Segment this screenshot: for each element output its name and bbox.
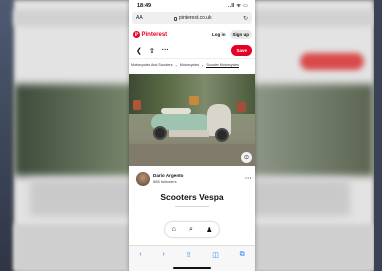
pin-subtitle-placeholder — [175, 206, 209, 208]
status-time: 18:49 — [137, 3, 152, 9]
browser-share-icon[interactable]: ⇧ — [186, 251, 192, 259]
photo-flowerpot — [189, 96, 199, 105]
pinterest-badge-icon: P — [133, 31, 140, 38]
creator-more-icon[interactable]: ··· — [245, 176, 252, 182]
profile-icon[interactable]: ♟ — [206, 226, 212, 234]
creator-text: Dario Argento 585 followers — [153, 173, 183, 184]
address-bar[interactable]: AA pinterest.co.uk ↻ — [132, 12, 252, 24]
signup-button[interactable]: Sign up — [229, 30, 252, 39]
search-icon[interactable]: ⌕ — [189, 226, 193, 234]
creator-row: Dario Argento 585 followers ··· — [129, 169, 255, 188]
breadcrumb: Motorcycles And Scooters › Motorcycles ›… — [129, 58, 255, 71]
background-edge-right — [374, 0, 382, 271]
photo-scooter-floor — [169, 130, 209, 137]
photo-scooter-rear-wheel — [153, 126, 167, 140]
photo-flowerpot — [133, 100, 141, 110]
photo-scooter-front-wheel — [215, 128, 229, 142]
breadcrumb-item[interactable]: Motorcycles And Scooters — [131, 63, 173, 67]
login-button[interactable]: Log in — [211, 30, 227, 39]
breadcrumb-separator: › — [202, 62, 204, 68]
pin-action-row: ❮ ⇧ ··· Save — [129, 43, 255, 58]
status-bar: 18:49 ..ll ᯤ ▭ — [129, 0, 255, 12]
reload-icon[interactable]: ↻ — [243, 15, 248, 22]
home-indicator — [173, 267, 211, 269]
creator-followers: 585 followers — [153, 179, 177, 184]
pinterest-logo[interactable]: P Pinterest — [133, 31, 167, 38]
background-save-shape — [300, 53, 364, 70]
tabs-icon[interactable]: ⧉ — [240, 251, 245, 259]
save-button[interactable]: Save — [231, 45, 252, 56]
phone-screen: 18:49 ..ll ᯤ ▭ AA pinterest.co.uk ↻ P Pi… — [129, 0, 255, 271]
logo-text: Pinterest — [141, 31, 168, 38]
url-display[interactable]: pinterest.co.uk — [174, 15, 212, 21]
status-icons: ..ll ᯤ ▭ — [227, 3, 248, 9]
pin-image[interactable]: ⊙ — [129, 74, 255, 166]
floating-nav: ⌂ ⌕ ♟ — [165, 222, 219, 237]
share-icon[interactable]: ⇧ — [149, 47, 155, 55]
url-text: pinterest.co.uk — [179, 15, 212, 21]
auth-buttons: Log in Sign up — [211, 30, 252, 39]
breadcrumb-item[interactable]: Motorcycles — [180, 63, 199, 67]
avatar[interactable] — [136, 171, 150, 186]
creator-info[interactable]: Dario Argento 585 followers — [136, 171, 183, 186]
more-options-icon[interactable]: ··· — [162, 47, 169, 54]
background-edge-left — [0, 0, 14, 271]
site-header: P Pinterest Log in Sign up — [129, 26, 255, 43]
photo-flowerpot — [237, 102, 246, 112]
bookmarks-icon[interactable]: ◫ — [212, 251, 219, 259]
breadcrumb-item-current[interactable]: Scooter Motorcycles — [206, 63, 239, 68]
pin-action-icons: ❮ ⇧ ··· — [136, 47, 169, 55]
creator-name[interactable]: Dario Argento — [153, 173, 183, 178]
lock-icon — [174, 16, 178, 21]
browser-back-icon[interactable]: ‹ — [139, 251, 141, 258]
home-icon[interactable]: ⌂ — [172, 226, 176, 233]
visual-search-icon[interactable]: ⊙ — [241, 152, 252, 163]
pin-title: Scooters Vespa — [160, 192, 224, 202]
browser-toolbar: ‹ › ⇧ ◫ ⧉ — [129, 245, 255, 271]
text-size-button[interactable]: AA — [136, 15, 143, 21]
breadcrumb-separator: › — [175, 62, 177, 68]
photo-ground — [129, 144, 255, 166]
back-icon[interactable]: ❮ — [136, 47, 142, 55]
browser-forward-icon[interactable]: › — [162, 251, 164, 258]
